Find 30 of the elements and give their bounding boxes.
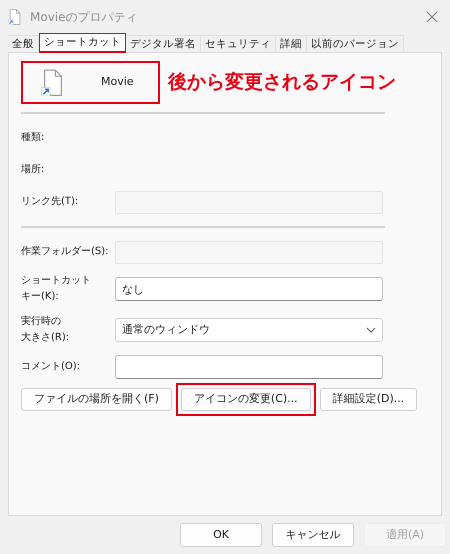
- chevron-down-icon: [366, 327, 376, 333]
- tab[interactable]: ショートカット: [39, 33, 126, 53]
- shortcut-name: Movie: [101, 74, 134, 90]
- annotation-text: 後から変更されるアイコン: [168, 70, 396, 96]
- file-shortcut-icon: [8, 8, 22, 26]
- field-label: キー(K):: [21, 290, 60, 304]
- dropdown[interactable]: 通常のウィンドウ: [115, 318, 383, 342]
- tab[interactable]: 以前のバージョン: [307, 35, 404, 52]
- tab[interactable]: 詳細: [276, 35, 307, 52]
- field-label: コメント(O):: [21, 360, 82, 374]
- file-shortcut-icon: [41, 68, 65, 96]
- close-icon[interactable]: [426, 11, 438, 23]
- tab[interactable]: セキュリティ: [201, 35, 276, 52]
- dialog-button[interactable]: キャンセル: [272, 523, 354, 547]
- tab[interactable]: デジタル署名: [126, 35, 201, 52]
- field-label: 作業フォルダー(S):: [21, 244, 110, 259]
- action-button[interactable]: ファイルの場所を開く(F): [21, 388, 172, 411]
- dialog-button[interactable]: OK: [180, 523, 262, 547]
- field-label: 大きさ(R):: [21, 330, 70, 345]
- text-field[interactable]: なし: [115, 277, 383, 301]
- text-field[interactable]: [115, 355, 383, 379]
- field-label: 種類:: [21, 130, 46, 145]
- window-title: Movieのプロパティ: [30, 9, 139, 26]
- field-label: リンク先(T):: [21, 194, 80, 209]
- field-label: 実行時の: [21, 314, 62, 329]
- action-button[interactable]: 詳細設定(D)...: [320, 388, 418, 411]
- tab[interactable]: 全般: [8, 35, 39, 52]
- action-button[interactable]: アイコンの変更(C)...: [180, 388, 311, 411]
- field-label: 場所:: [21, 162, 46, 177]
- field-label: ショートカット: [21, 274, 92, 288]
